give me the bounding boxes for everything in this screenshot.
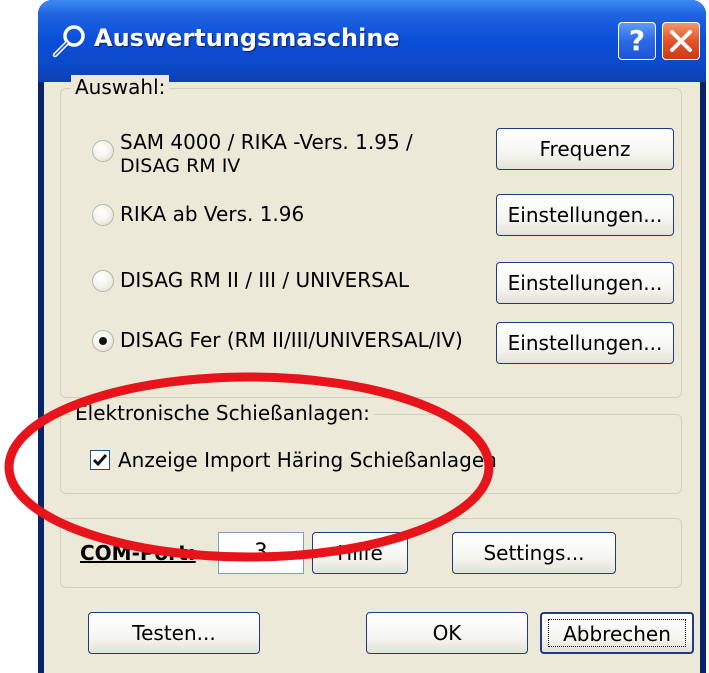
settings-button-label: Settings...	[483, 541, 585, 565]
frequenz-button-label: Frequenz	[539, 137, 631, 161]
hilfe-button-label: Hilfe	[337, 541, 383, 565]
einstellungen-disag-rm-button-label: Einstellungen...	[507, 271, 663, 295]
settings-button[interactable]: Settings...	[452, 532, 616, 574]
einstellungen-rika-button[interactable]: Einstellungen...	[496, 194, 674, 236]
abbrechen-button-label: Abbrechen	[563, 622, 671, 646]
einstellungen-rika-button-label: Einstellungen...	[507, 203, 663, 227]
wrench-icon	[52, 25, 85, 58]
testen-button-label: Testen...	[132, 621, 216, 645]
com-port-input[interactable]: 3	[218, 532, 304, 574]
testen-button[interactable]: Testen...	[88, 612, 260, 654]
einstellungen-disag-fer-button-label: Einstellungen...	[507, 331, 663, 355]
radio-sam4000[interactable]	[92, 140, 114, 162]
haering-import-checkbox[interactable]	[90, 450, 110, 470]
option-sam4000-label-line1: SAM 4000 / RIKA -Vers. 1.95 /	[120, 130, 413, 154]
option-disag-rm-label: DISAG RM II / III / UNIVERSAL	[120, 268, 410, 292]
elektronische-group-label: Elektronische Schießanlagen:	[71, 401, 374, 425]
close-icon	[670, 30, 692, 52]
checkmark-icon	[92, 454, 108, 467]
auswahl-group-label: Auswahl:	[71, 75, 170, 99]
einstellungen-disag-rm-button[interactable]: Einstellungen...	[496, 262, 674, 304]
option-disag-fer-label: DISAG Fer (RM II/III/UNIVERSAL/IV)	[120, 328, 463, 352]
ok-button[interactable]: OK	[366, 612, 528, 654]
radio-disag-rm[interactable]	[92, 270, 114, 292]
haering-import-label: Anzeige Import Häring Schießanlagen	[118, 448, 497, 472]
option-rika-196-label: RIKA ab Vers. 1.96	[120, 202, 305, 226]
dialog-window: Auswertungsmaschine ? Auswahl: SAM 4000 …	[38, 0, 706, 673]
radio-disag-fer[interactable]	[92, 330, 114, 352]
help-title-button[interactable]: ?	[618, 22, 656, 60]
com-port-label: COM-Port:	[80, 541, 196, 565]
hilfe-button[interactable]: Hilfe	[312, 532, 408, 574]
radio-rika-196[interactable]	[92, 204, 114, 226]
window-title: Auswertungsmaschine	[94, 24, 400, 52]
ok-button-label: OK	[432, 621, 462, 645]
dialog-client: Auswahl: SAM 4000 / RIKA -Vers. 1.95 / D…	[44, 75, 700, 673]
einstellungen-disag-fer-button[interactable]: Einstellungen...	[496, 322, 674, 364]
abbrechen-button[interactable]: Abbrechen	[540, 612, 694, 654]
close-button[interactable]	[662, 22, 700, 60]
frequenz-button[interactable]: Frequenz	[496, 128, 674, 170]
title-bar[interactable]: Auswertungsmaschine ?	[38, 0, 706, 82]
radio-selected-dot	[99, 337, 107, 345]
option-sam4000-label-line2: DISAG RM IV	[120, 155, 241, 177]
